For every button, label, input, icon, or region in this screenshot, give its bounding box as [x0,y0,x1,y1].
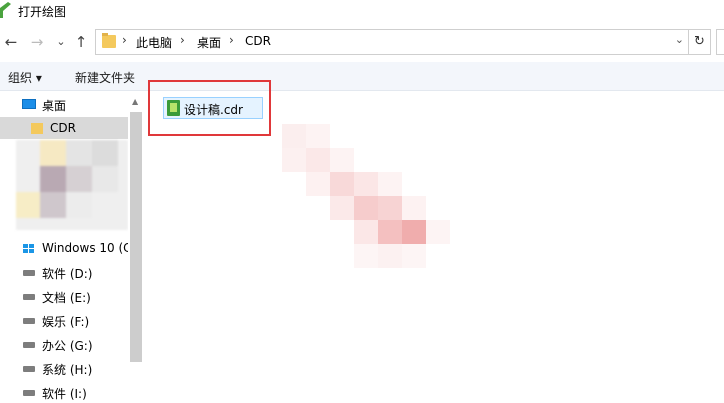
sidebar-item-drive-e[interactable]: 文档 (E:) [0,285,128,307]
sidebar-item-drive-d[interactable]: 软件 (D:) [0,261,128,283]
address-bar[interactable]: › 此电脑 › 桌面 › CDR ⌄ [95,29,689,55]
new-folder-button[interactable]: 新建文件夹 [75,69,135,86]
scrollbar-thumb[interactable] [130,112,142,362]
sidebar-item-label: 文档 (E:) [42,291,91,305]
folder-icon [31,123,43,134]
sidebar-item-label: 软件 (I:) [42,387,87,401]
forward-icon[interactable]: → [28,32,46,52]
back-icon[interactable]: ← [2,32,20,52]
sidebar-item-label: 系统 (H:) [42,363,93,377]
sidebar-item-label: 娱乐 (F:) [42,315,90,329]
sidebar-item-label: 桌面 [42,99,67,113]
organize-button[interactable]: 组织 ▾ [8,69,42,86]
sidebar-item-drive-g[interactable]: 办公 (G:) [0,333,128,355]
refresh-button[interactable]: ↻ [689,29,711,55]
highlight-annotation-box [148,80,271,136]
sidebar-item-drive-f[interactable]: 娱乐 (F:) [0,309,128,331]
breadcrumb-separator[interactable]: › [180,33,185,47]
folder-icon [102,33,116,48]
drive-icon [23,270,35,276]
sidebar-item-label: 办公 (G:) [42,339,93,353]
breadcrumb-separator[interactable]: › [229,33,234,47]
sidebar-item-label: CDR [50,121,76,135]
scroll-up-icon[interactable]: ▲ [132,97,138,106]
breadcrumb-cdr[interactable]: CDR [245,34,271,48]
breadcrumb-separator[interactable]: › [122,33,127,47]
windows-icon [23,244,34,254]
drive-icon [23,390,35,396]
up-icon[interactable]: ↑ [72,32,90,52]
sidebar-item-windows-c[interactable]: Windows 10 (C [0,237,132,259]
breadcrumb-this-pc[interactable]: 此电脑 [136,34,172,51]
file-list-pane[interactable] [144,91,724,400]
navigation-pane: 桌面 CDR Windows 10 (C 软件 (D:) 文档 (E:) 娱乐 … [0,91,144,401]
sidebar-item-label: Windows 10 (C [42,241,132,255]
coreldraw-app-icon [0,2,11,18]
pixelated-region [16,140,128,230]
recent-locations-chevron-icon[interactable]: ⌄ [55,32,67,52]
drive-icon [23,366,35,372]
title-bar: 打开绘图 [0,0,724,24]
refresh-icon: ↻ [694,34,705,49]
address-dropdown-icon[interactable]: ⌄ [675,33,684,46]
desktop-icon [22,99,36,109]
command-toolbar: 组织 ▾ 新建文件夹 [0,62,724,91]
sidebar-item-drive-h[interactable]: 系统 (H:) [0,357,128,379]
drive-icon [23,318,35,324]
breadcrumb-desktop[interactable]: 桌面 [197,34,221,51]
drive-icon [23,342,35,348]
sidebar-item-desktop[interactable]: 桌面 [0,93,128,115]
drive-icon [23,294,35,300]
search-input[interactable] [716,29,724,55]
window-title: 打开绘图 [18,5,67,19]
sidebar-item-cdr[interactable]: CDR [0,117,128,139]
navigation-bar: ← → ⌄ ↑ › 此电脑 › 桌面 › CDR ⌄ [0,28,724,58]
sidebar-item-label: 软件 (D:) [42,267,93,281]
